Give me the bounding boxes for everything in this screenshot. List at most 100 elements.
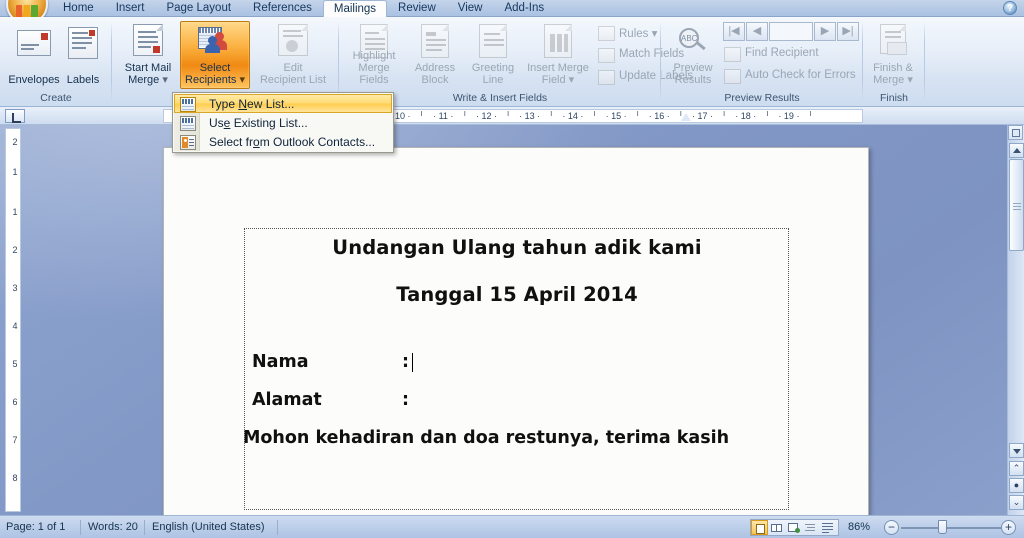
vertical-ruler-tick: 7	[12, 435, 18, 445]
zoom-out-button[interactable]: −	[884, 520, 899, 535]
scroll-up-button[interactable]	[1009, 143, 1024, 158]
menu-item-select-from-outlook-contacts[interactable]: Select from Outlook Contacts...	[174, 132, 392, 151]
find-recipient-button[interactable]: Find Recipient	[723, 44, 859, 65]
auto-check-errors-icon	[724, 69, 741, 84]
menu-item-type-new-list[interactable]: Type New List...	[174, 94, 392, 113]
status-word-count[interactable]: Words: 20	[88, 520, 138, 535]
select-recipients-dropdown-menu[interactable]: Type New List... Use Existing List... Se…	[172, 92, 394, 153]
ribbon-group-create: Envelopes Labels Create	[0, 17, 112, 106]
ruler-minor-tick: I	[463, 111, 466, 118]
ruler-tick: · 14 ·	[562, 111, 584, 121]
draft-view-button[interactable]	[819, 520, 836, 535]
rules-button[interactable]: Rules ▾	[597, 23, 659, 44]
insert-merge-field-button[interactable]: Insert Merge Field ▾	[523, 21, 593, 89]
tab-mailings[interactable]: Mailings	[322, 0, 388, 18]
insert-merge-field-label: Insert Merge Field ▾	[527, 62, 589, 86]
print-layout-view-button[interactable]	[751, 520, 768, 535]
next-record-button[interactable]: ▶	[814, 22, 836, 41]
match-fields-icon	[598, 48, 615, 63]
help-icon[interactable]: ?	[1003, 1, 1017, 15]
start-mail-merge-icon	[133, 24, 163, 56]
ribbon-group-finish: Finish & Merge ▾ Finish	[863, 17, 925, 106]
tab-page-layout[interactable]: Page Layout	[155, 0, 242, 17]
status-bar: Page: 1 of 1 Words: 20 English (United S…	[0, 515, 1024, 538]
zoom-level-label[interactable]: 86%	[848, 520, 870, 535]
select-browse-object-button[interactable]: ●	[1009, 478, 1024, 493]
vertical-ruler[interactable]: 2 1 1 2 3 4 5 6 7 8	[5, 128, 21, 512]
vertical-ruler-tick: 2	[12, 245, 18, 255]
update-labels-icon	[598, 70, 615, 85]
edit-recipient-list-icon	[278, 24, 308, 56]
vertical-scroll-thumb[interactable]	[1009, 159, 1024, 251]
view-mode-buttons	[750, 519, 839, 536]
labels-button[interactable]: Labels	[58, 21, 108, 89]
document-field-nama: Nama :	[252, 352, 782, 372]
auto-check-for-errors-button[interactable]: Auto Check for Errors	[723, 66, 859, 87]
ribbon-tab-strip: Home Insert Page Layout References Maili…	[0, 0, 1024, 25]
horizontal-ruler[interactable]: · 5 ·I· 6 ·I· 7 ·I· 8 ·I· 9 ·I· 10 ·I· 1…	[0, 107, 1024, 125]
menu-item-use-existing-list-label: Use Existing List...	[209, 116, 308, 130]
document-workspace: 2 1 1 2 3 4 5 6 7 8 Undangan Ulang tahun adik kam…	[0, 125, 1024, 515]
first-record-button[interactable]: |◀	[723, 22, 745, 41]
zoom-in-button[interactable]: +	[1001, 520, 1016, 535]
group-label-finish: Finish	[879, 92, 908, 104]
tab-home[interactable]: Home	[52, 0, 105, 17]
previous-record-button[interactable]: ◀	[746, 22, 768, 41]
document-field-alamat: Alamat :	[252, 390, 782, 410]
field-label-alamat: Alamat	[252, 390, 322, 410]
word-application-window: Home Insert Page Layout References Maili…	[0, 0, 1024, 538]
vertical-ruler-tick: 8	[12, 473, 18, 483]
vertical-ruler-tick: 3	[12, 283, 18, 293]
envelopes-label: Envelopes	[8, 74, 60, 86]
tab-view[interactable]: View	[447, 0, 494, 17]
next-page-button[interactable]: ⌄	[1009, 495, 1024, 510]
record-navigation: |◀ ◀ ▶ ▶|	[723, 22, 859, 41]
menu-item-use-existing-list[interactable]: Use Existing List...	[174, 113, 392, 132]
full-screen-reading-view-button[interactable]	[768, 520, 785, 535]
tab-add-ins[interactable]: Add-Ins	[493, 0, 555, 17]
ruler-tick: · 13 ·	[519, 111, 541, 121]
document-page[interactable]: Undangan Ulang tahun adik kami Tanggal 1…	[163, 147, 869, 515]
indent-marker-icon[interactable]	[680, 113, 691, 121]
edit-recipient-list-button[interactable]: Edit Recipient List	[252, 21, 334, 89]
labels-label: Labels	[66, 74, 100, 86]
find-recipient-label: Find Recipient	[745, 47, 819, 59]
tab-insert[interactable]: Insert	[105, 0, 156, 17]
start-mail-merge-button[interactable]: Start Mail Merge ▾	[118, 21, 178, 89]
match-fields-button[interactable]: Match Fields	[597, 45, 684, 66]
status-language[interactable]: English (United States)	[152, 520, 265, 535]
previous-page-button[interactable]: ⌃	[1009, 461, 1024, 476]
greeting-line-icon	[479, 24, 507, 58]
ruler-tick: · 16 ·	[648, 111, 670, 121]
zoom-slider-track[interactable]	[901, 527, 1001, 529]
last-record-button[interactable]: ▶|	[837, 22, 859, 41]
envelopes-button[interactable]: Envelopes	[2, 21, 66, 89]
record-number-input[interactable]	[769, 22, 813, 41]
tab-selector-button[interactable]	[5, 109, 25, 123]
address-block-button[interactable]: Address Block	[407, 21, 463, 89]
ruler-minor-tick: I	[636, 111, 639, 118]
finish-and-merge-button[interactable]: Finish & Merge ▾	[863, 21, 923, 89]
address-block-icon	[421, 24, 449, 58]
scroll-down-button[interactable]	[1009, 443, 1024, 458]
tab-review[interactable]: Review	[387, 0, 447, 17]
tab-references[interactable]: References	[242, 0, 323, 17]
outline-view-button[interactable]	[802, 520, 819, 535]
outlook-contacts-icon	[180, 135, 196, 150]
select-recipients-button[interactable]: Select Recipients ▾	[180, 21, 250, 89]
status-page-number[interactable]: Page: 1 of 1	[6, 520, 65, 535]
ruler-minor-tick: I	[723, 111, 726, 118]
web-layout-view-button[interactable]	[785, 520, 802, 535]
find-recipient-icon	[724, 47, 741, 62]
ruler-toggle-button[interactable]	[1008, 125, 1023, 140]
highlight-merge-fields-button[interactable]: Highlight Merge Fields	[343, 21, 405, 89]
vertical-scrollbar[interactable]: ⌃ ● ⌄	[1007, 125, 1024, 515]
use-existing-list-icon	[180, 116, 196, 131]
zoom-slider-handle[interactable]	[938, 520, 947, 534]
update-labels-button[interactable]: Update Labels	[597, 67, 693, 88]
preview-results-icon: ABC	[676, 26, 710, 56]
group-separator	[924, 21, 925, 102]
greeting-line-button[interactable]: Greeting Line	[465, 21, 521, 89]
group-label-create: Create	[40, 92, 72, 104]
preview-results-button[interactable]: ABC Preview Results	[665, 21, 721, 89]
